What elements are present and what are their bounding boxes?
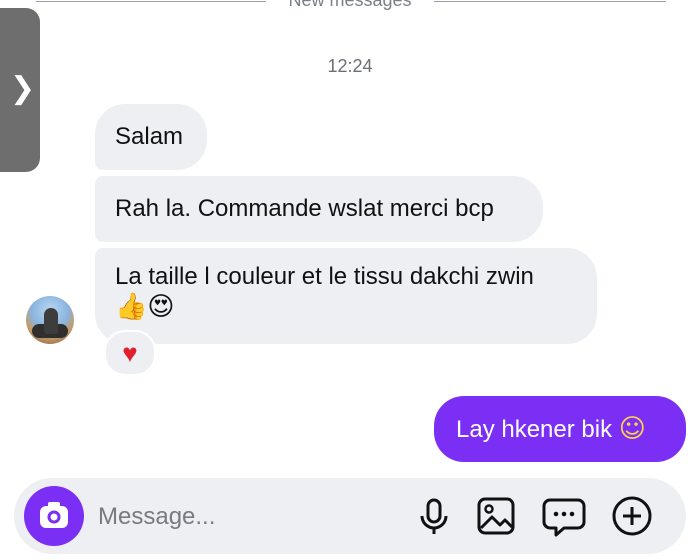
sticker-chat-icon	[542, 498, 586, 537]
more-options-button[interactable]	[608, 492, 656, 540]
image-icon	[477, 497, 515, 535]
microphone-icon	[420, 498, 448, 534]
gallery-button[interactable]	[472, 492, 520, 540]
message-text: Lay hkener bik	[456, 416, 613, 443]
message-text: Rah la. Commande wslat merci bcp	[115, 195, 494, 222]
message-input[interactable]	[96, 496, 400, 538]
message-composer	[14, 478, 686, 554]
camera-button[interactable]	[24, 486, 84, 546]
message-text: Salam	[115, 123, 184, 150]
outgoing-message-bubble[interactable]: Lay hkener bik ☺	[434, 396, 686, 462]
divider-line-right	[434, 1, 666, 2]
incoming-message-bubble[interactable]: Salam	[95, 104, 207, 170]
microphone-button[interactable]	[410, 492, 458, 540]
heart-icon: ♥	[122, 338, 138, 368]
incoming-message-bubble[interactable]: La taille l couleur et le tissu dakchi z…	[95, 248, 597, 344]
divider-line-left	[36, 1, 266, 2]
camera-icon	[40, 502, 68, 528]
chevron-right-icon: ❯	[10, 72, 36, 105]
side-panel-handle[interactable]: ❯	[0, 8, 40, 172]
new-messages-divider: New messages	[0, 0, 700, 14]
incoming-message-bubble[interactable]: Rah la. Commande wslat merci bcp	[95, 176, 543, 242]
timestamp: 12:24	[327, 56, 373, 76]
avatar[interactable]	[26, 296, 74, 344]
message-text: La taille l couleur et le tissu dakchi z…	[115, 263, 534, 290]
heart-reaction[interactable]: ♥	[104, 330, 156, 376]
plus-icon	[612, 496, 652, 536]
message-emoji: 👍😍	[115, 292, 175, 322]
message-emoji: ☺	[618, 414, 646, 444]
new-messages-label: New messages	[288, 0, 412, 10]
sticker-button[interactable]	[540, 492, 588, 540]
